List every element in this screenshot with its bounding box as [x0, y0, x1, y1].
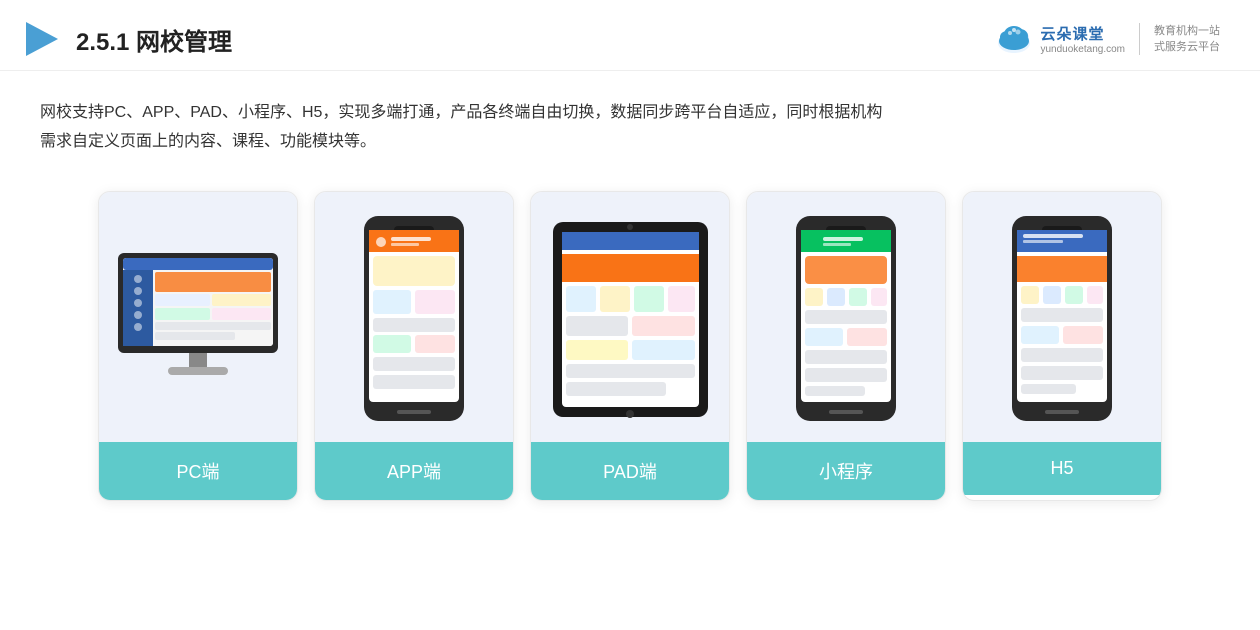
play-icon	[20, 18, 62, 60]
logo-text: 云朵课堂 yunduoketang.com	[1040, 23, 1125, 55]
card-miniapp-label: 小程序	[747, 442, 945, 500]
pad-mockup	[548, 214, 713, 424]
logo-divider	[1139, 23, 1140, 55]
app-mockup	[359, 214, 469, 424]
card-h5-image	[963, 192, 1161, 442]
card-pc-image	[99, 192, 297, 442]
page-title: 2.5.1 网校管理	[76, 22, 232, 57]
miniapp-mockup	[791, 214, 901, 424]
logo-icon	[994, 21, 1034, 57]
card-pad-label: PAD端	[531, 442, 729, 500]
card-pc-label: PC端	[99, 442, 297, 500]
card-miniapp: 小程序	[746, 191, 946, 501]
logo-cloud	[994, 21, 1034, 57]
card-h5-label: H5	[963, 442, 1161, 495]
card-app-label: APP端	[315, 442, 513, 500]
card-app-image	[315, 192, 513, 442]
device-cards: PC端	[0, 167, 1260, 521]
page-header: 2.5.1 网校管理 云朵课堂 yunduoke	[0, 0, 1260, 71]
h5-mockup	[1007, 214, 1117, 424]
description-block: 网校支持PC、APP、PAD、小程序、H5，实现多端打通，产品各终端自由切换，数…	[0, 71, 1260, 167]
card-h5: H5	[962, 191, 1162, 501]
card-pad: PAD端	[530, 191, 730, 501]
card-pc: PC端	[98, 191, 298, 501]
header-left: 2.5.1 网校管理	[20, 18, 232, 60]
pc-mockup	[113, 251, 283, 386]
card-pad-image	[531, 192, 729, 442]
logo-area: 云朵课堂 yunduoketang.com 教育机构一站 式服务云平台	[994, 21, 1220, 57]
logo-slogan: 教育机构一站 式服务云平台	[1154, 23, 1220, 56]
card-app: APP端	[314, 191, 514, 501]
card-miniapp-image	[747, 192, 945, 442]
